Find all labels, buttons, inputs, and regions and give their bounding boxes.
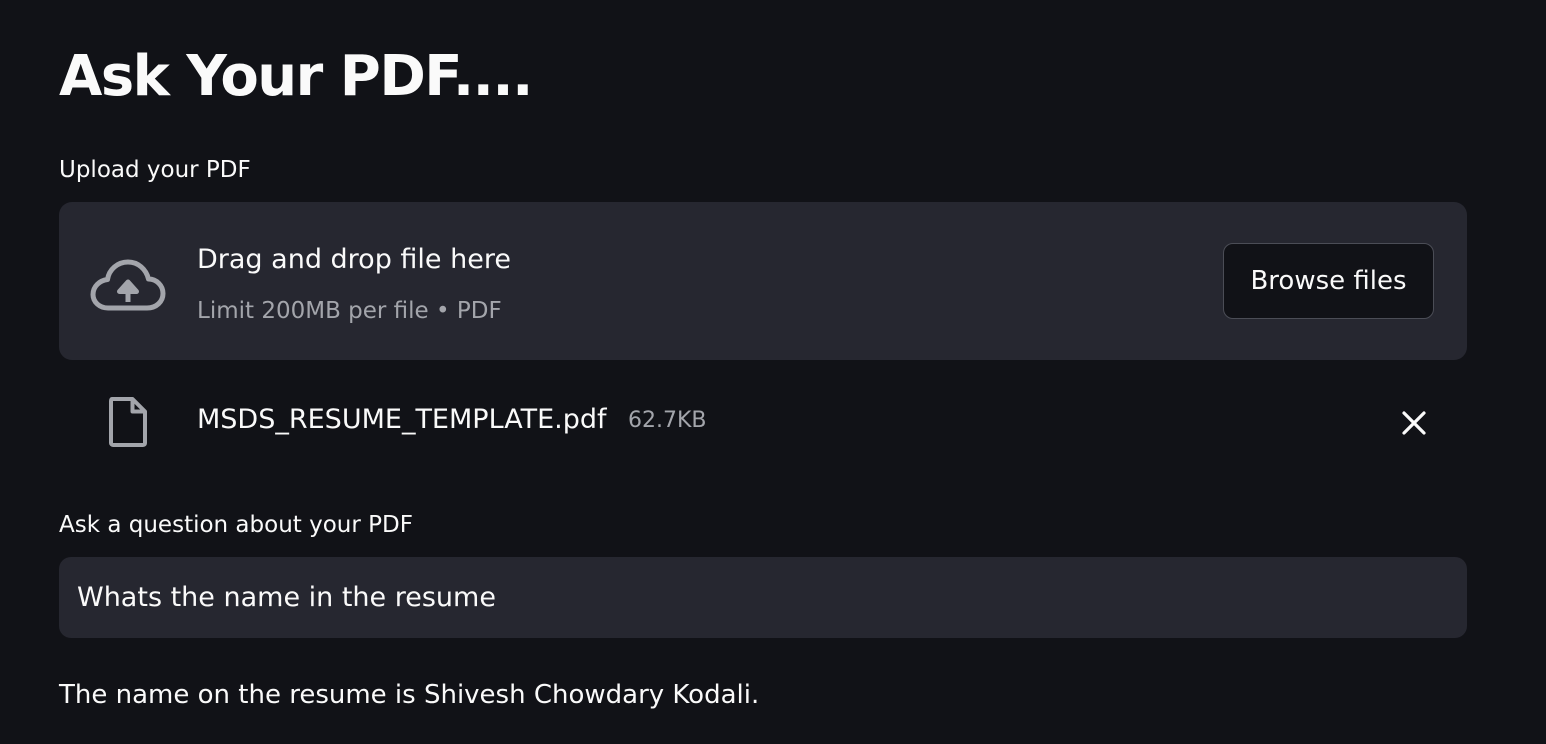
close-icon [1402, 411, 1426, 435]
question-input[interactable] [59, 557, 1467, 638]
browse-files-button[interactable]: Browse files [1223, 243, 1434, 319]
remove-file-button[interactable] [1391, 400, 1437, 446]
uploaded-file-name: MSDS_RESUME_TEMPLATE.pdf [197, 404, 607, 435]
file-icon [109, 397, 147, 447]
dropzone-limit-text: Limit 200MB per file • PDF [197, 298, 502, 324]
page-title: Ask Your PDF.... [59, 44, 533, 109]
dropzone-title: Drag and drop file here [197, 244, 511, 275]
uploaded-file-size: 62.7KB [628, 408, 707, 433]
uploaded-file-item: MSDS_RESUME_TEMPLATE.pdf 62.7KB [59, 388, 1467, 458]
upload-label: Upload your PDF [59, 157, 251, 183]
cloud-upload-icon [90, 259, 166, 311]
answer-text: The name on the resume is Shivesh Chowda… [59, 680, 760, 710]
main-container: Ask Your PDF.... Upload your PDF Drag an… [59, 0, 1467, 744]
file-dropzone[interactable]: Drag and drop file here Limit 200MB per … [59, 202, 1467, 360]
question-label: Ask a question about your PDF [59, 512, 413, 538]
